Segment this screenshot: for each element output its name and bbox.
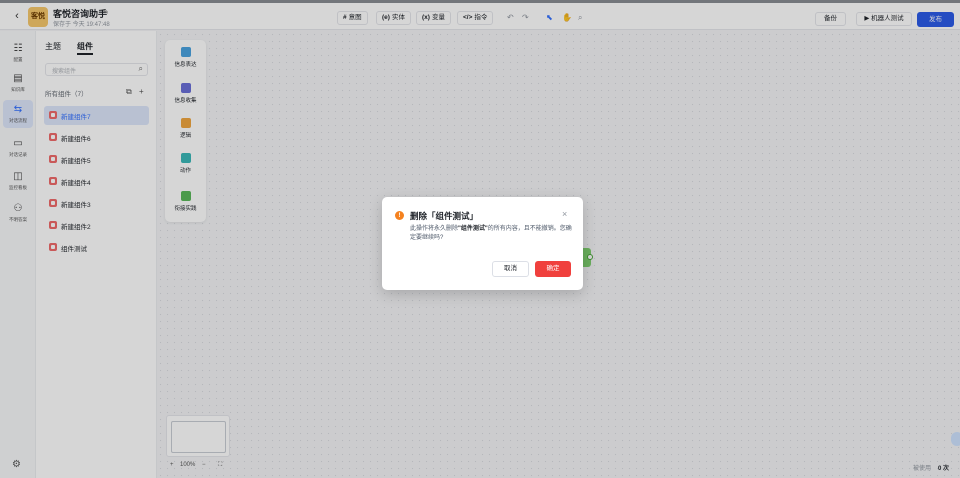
cancel-button[interactable]: 取消 [492, 261, 529, 277]
delete-confirm-dialog: ! 删除「组件测试」 × 此操作将永久删除"组件测试"的所有内容，且不能撤销。您… [382, 197, 583, 290]
dialog-message: 此操作将永久删除"组件测试"的所有内容，且不能撤销。您确定要继续吗? [410, 225, 572, 243]
dialog-message-prefix: 此操作将永久删除 [410, 226, 459, 232]
confirm-button[interactable]: 确定 [535, 261, 571, 277]
close-icon[interactable]: × [562, 209, 567, 219]
warning-icon: ! [395, 211, 404, 220]
dialog-message-target: "组件测试" [458, 226, 488, 232]
dialog-title: 删除「组件测试」 [410, 211, 479, 221]
